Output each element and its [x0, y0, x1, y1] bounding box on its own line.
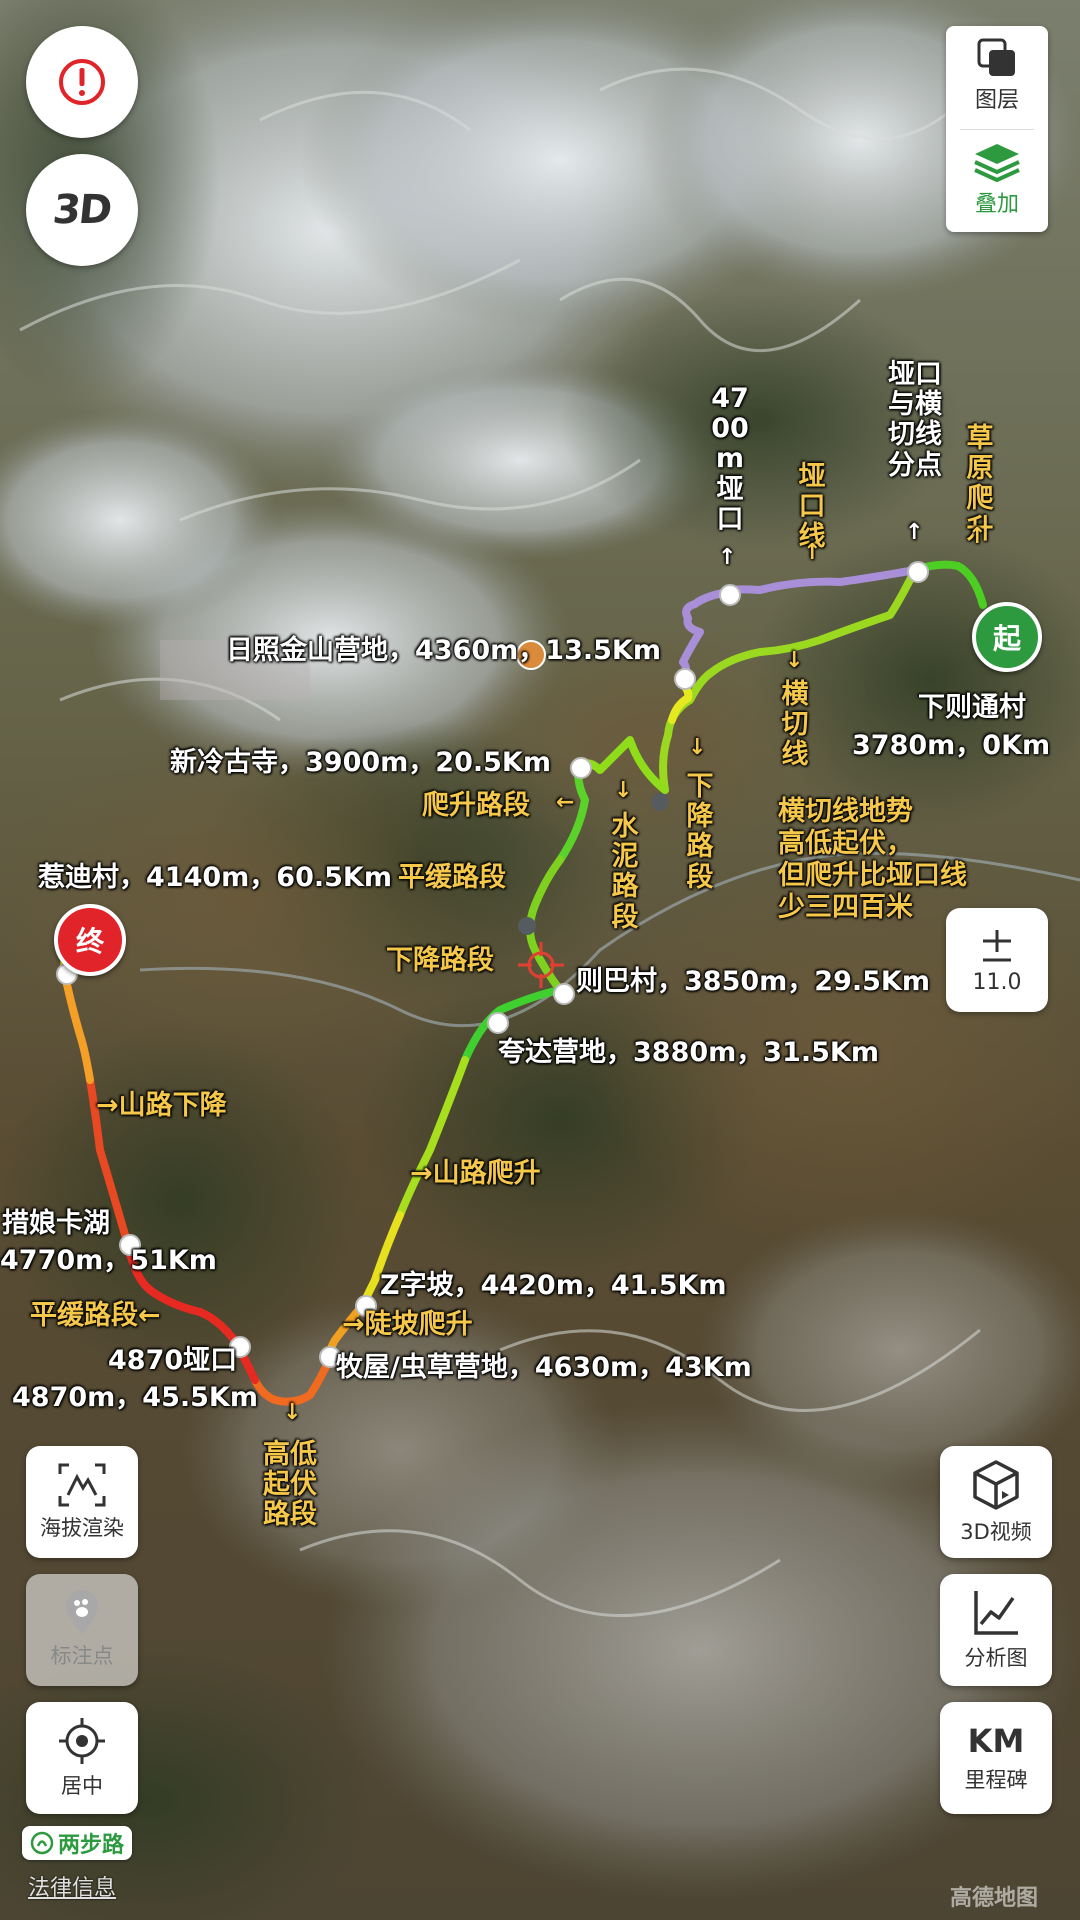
label-traverse-note-3: 但爬升比垭口线	[778, 860, 967, 891]
label-mountain-descent: →山路下降	[96, 1090, 227, 1121]
layer-panel: 图层 叠加	[946, 26, 1048, 232]
mark-point-label: 标注点	[50, 1644, 114, 1668]
poi-pass-junction[interactable]	[907, 561, 929, 583]
label-cuoniang-info: 4770m，51Km	[0, 1245, 217, 1276]
label-cement-section: 水泥路段	[611, 811, 639, 933]
label-descent-section-1: 下降路段	[686, 771, 714, 893]
label-z-slope: Z字坡，4420m，41.5Km	[380, 1270, 727, 1301]
arrow-descent-1: ↓	[688, 735, 707, 760]
start-marker[interactable]: 起	[972, 602, 1042, 672]
arrow-4700: ↑	[718, 545, 737, 570]
overlay-button[interactable]: 叠加	[946, 130, 1048, 230]
milestone-label: 里程碑	[964, 1768, 1028, 1792]
layers-button[interactable]: 图层	[946, 26, 1048, 126]
label-traverse-note-2: 高低起伏，	[778, 828, 913, 859]
mountain-frame-icon	[58, 1463, 106, 1507]
footprint-pin-icon	[66, 1590, 98, 1634]
three-d-button[interactable]: 3D	[26, 154, 138, 266]
label-mountain-climb: →山路爬升	[410, 1158, 541, 1189]
zoom-plus-minus-icon	[983, 929, 1011, 961]
label-4870-info: 4870m，45.5Km	[12, 1382, 258, 1413]
amap-watermark: 高德地图	[950, 1886, 1039, 1911]
label-kuada-camp: 夸达营地，3880m，31.5Km	[498, 1037, 879, 1068]
three-d-icon: 3D	[51, 187, 113, 233]
label-traverse-note-1: 横切线地势	[778, 796, 913, 827]
poi-4700-pass[interactable]	[719, 584, 741, 606]
brand-logo: 两步路	[22, 1826, 133, 1860]
brand-footprint-icon	[30, 1831, 54, 1855]
poi-descent-mid[interactable]	[518, 917, 536, 935]
alert-icon	[59, 59, 105, 105]
label-zeba-village: 则巴村，3850m，29.5Km	[576, 966, 930, 997]
analysis-chart-label: 分析图	[964, 1646, 1028, 1670]
locate-icon	[59, 1718, 105, 1764]
label-yedi-village: 惹迪村，4140m，60.5Km	[38, 862, 392, 893]
label-descent-section-2: 下降路段	[386, 945, 494, 976]
poi-cement-end[interactable]	[651, 793, 669, 811]
analysis-chart-button[interactable]: 分析图	[940, 1574, 1052, 1686]
line-chart-icon	[974, 1591, 1018, 1635]
arrow-climb: ←	[556, 790, 575, 815]
elevation-render-label: 海拔渲染	[40, 1516, 124, 1540]
stack-icon	[974, 144, 1020, 183]
video-3d-button[interactable]: 3D视频	[940, 1446, 1052, 1558]
video-3d-label: 3D视频	[960, 1520, 1032, 1544]
crosshair-icon	[518, 942, 564, 988]
brand-name: 两步路	[58, 1833, 125, 1858]
arrow-junction: ↑	[905, 520, 924, 545]
label-start-village: 下则通村	[918, 692, 1026, 723]
label-flat-section-2: 平缓路段←	[30, 1300, 161, 1331]
label-traverse-note-4: 少三四百米	[778, 892, 913, 923]
poi-kuada-camp[interactable]	[487, 1012, 509, 1034]
end-marker[interactable]: 终	[54, 904, 126, 976]
label-undulating: 高低起伏路段	[263, 1439, 317, 1531]
zoom-control[interactable]: 11.0	[946, 908, 1048, 1012]
poi-xinleng-temple[interactable]	[570, 757, 592, 779]
label-start-info: 3780m，0Km	[852, 730, 1051, 761]
label-xinleng-temple: 新冷古寺，3900m，20.5Km	[170, 747, 551, 778]
km-icon: KM	[967, 1722, 1025, 1760]
label-flat-section-1: 平缓路段	[398, 862, 506, 893]
layers-icon	[977, 38, 1015, 76]
label-steep-climb: →陡坡爬升	[342, 1309, 473, 1340]
label-pass-junction: 垭口与横切线分点	[888, 359, 942, 481]
arrow-grassland: ↑	[968, 524, 987, 549]
zoom-level: 11.0	[972, 969, 1022, 995]
elevation-render-button[interactable]: 海拔渲染	[26, 1446, 138, 1558]
label-herder-camp: 牧屋/虫草营地，4630m，43Km	[336, 1352, 752, 1383]
poi-rizhao-camp[interactable]	[674, 668, 696, 690]
label-climb-section: 爬升路段	[422, 790, 530, 821]
arrow-pass-line: ↑	[803, 540, 822, 565]
legal-info-link[interactable]: 法律信息	[28, 1870, 116, 1902]
cube-icon	[973, 1460, 1019, 1510]
overlay-label: 叠加	[974, 192, 1019, 217]
label-traverse-line: 横切线	[781, 679, 809, 771]
arrow-cement: ↓	[614, 778, 633, 803]
center-label: 居中	[61, 1774, 103, 1798]
mark-point-button[interactable]: 标注点	[26, 1574, 138, 1686]
label-4870-pass: 4870垭口	[108, 1345, 238, 1376]
arrow-undulating: ↓	[283, 1400, 302, 1425]
alert-button[interactable]	[26, 26, 138, 138]
satellite-map[interactable]: 起 终 下则通村 3780m，0Km 草原爬升 ↑ 垭口与横切线分点 ↑ 垭口线…	[0, 0, 1080, 1920]
center-button[interactable]: 居中	[26, 1702, 138, 1814]
milestone-button[interactable]: KM 里程碑	[940, 1702, 1052, 1814]
label-rizhao-camp: 日照金山营地，4360m，13.5Km	[226, 635, 661, 666]
arrow-traverse: ↓	[785, 648, 804, 673]
label-cuoniang-lake: 措娘卡湖	[2, 1208, 110, 1239]
layers-label: 图层	[974, 88, 1019, 113]
label-4700-pass: 4700m垭口	[711, 383, 749, 535]
